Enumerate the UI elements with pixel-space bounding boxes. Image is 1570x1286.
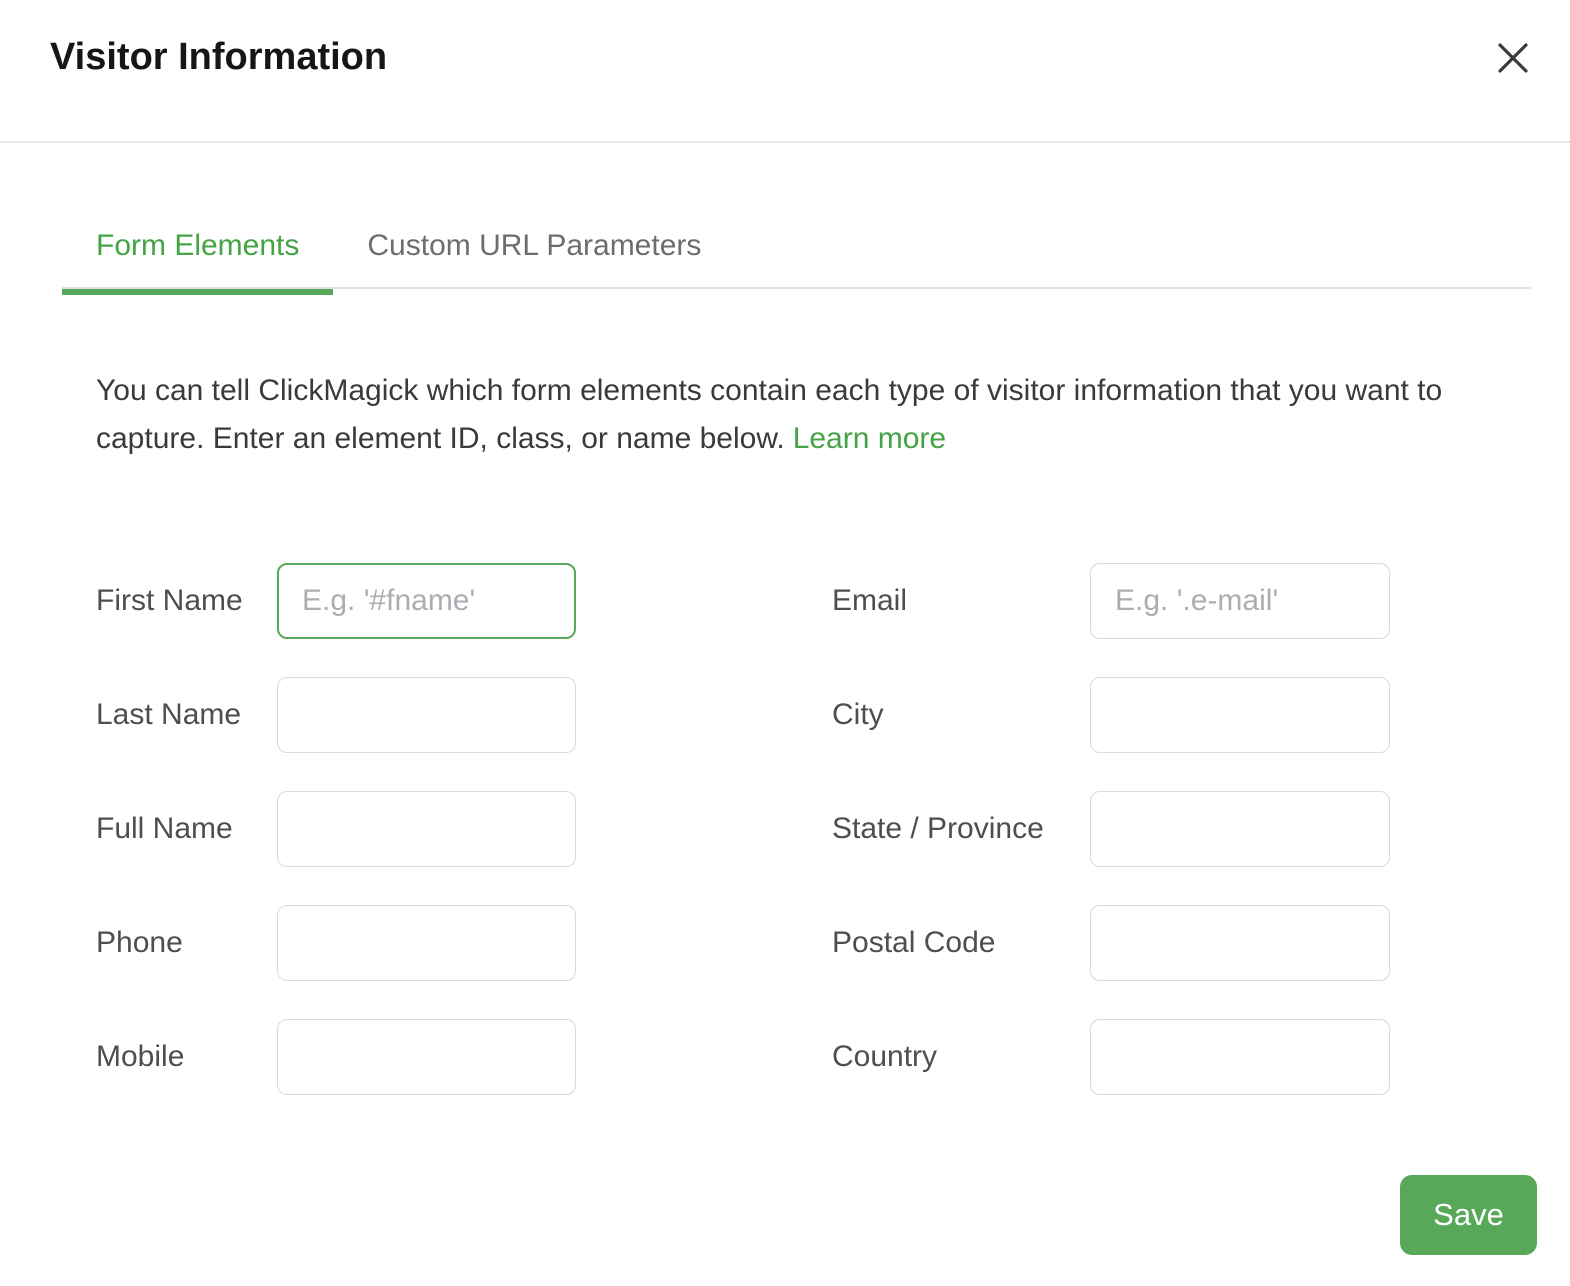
phone-label: Phone xyxy=(96,926,277,960)
form-row: Phone Postal Code xyxy=(96,905,1570,981)
form-row: First Name Email xyxy=(96,563,1570,639)
state-province-field: State / Province xyxy=(832,791,1390,867)
full-name-label: Full Name xyxy=(96,812,277,846)
mobile-label: Mobile xyxy=(96,1040,277,1074)
email-field: Email xyxy=(832,563,1390,639)
modal-header: Visitor Information xyxy=(0,0,1570,143)
full-name-field: Full Name xyxy=(96,791,576,867)
tab-form-elements[interactable]: Form Elements xyxy=(62,207,333,287)
first-name-field: First Name xyxy=(96,563,576,639)
description-text: You can tell ClickMagick which form elem… xyxy=(96,367,1446,463)
postal-code-field: Postal Code xyxy=(832,905,1390,981)
mobile-input[interactable] xyxy=(277,1019,576,1095)
first-name-label: First Name xyxy=(96,584,277,618)
form-row: Full Name State / Province xyxy=(96,791,1570,867)
state-province-input[interactable] xyxy=(1090,791,1390,867)
country-input[interactable] xyxy=(1090,1019,1390,1095)
first-name-input[interactable] xyxy=(277,563,576,639)
mobile-field: Mobile xyxy=(96,1019,576,1095)
phone-input[interactable] xyxy=(277,905,576,981)
postal-code-label: Postal Code xyxy=(832,926,1090,960)
country-label: Country xyxy=(832,1040,1090,1074)
email-input[interactable] xyxy=(1090,563,1390,639)
form-row: Mobile Country xyxy=(96,1019,1570,1095)
city-label: City xyxy=(832,698,1090,732)
close-button[interactable] xyxy=(1493,38,1533,78)
country-field: Country xyxy=(832,1019,1390,1095)
city-field: City xyxy=(832,677,1390,753)
last-name-input[interactable] xyxy=(277,677,576,753)
visitor-information-modal: Visitor Information Form Elements Custom… xyxy=(0,0,1570,1286)
full-name-input[interactable] xyxy=(277,791,576,867)
postal-code-input[interactable] xyxy=(1090,905,1390,981)
tab-custom-url-parameters[interactable]: Custom URL Parameters xyxy=(333,207,735,287)
phone-field: Phone xyxy=(96,905,576,981)
last-name-label: Last Name xyxy=(96,698,277,732)
close-icon xyxy=(1497,42,1529,74)
save-button[interactable]: Save xyxy=(1400,1175,1537,1255)
last-name-field: Last Name xyxy=(96,677,576,753)
learn-more-link[interactable]: Learn more xyxy=(793,422,946,455)
email-label: Email xyxy=(832,584,1090,618)
state-province-label: State / Province xyxy=(832,812,1090,846)
form-row: Last Name City xyxy=(96,677,1570,753)
page-title: Visitor Information xyxy=(50,36,387,79)
tab-bar: Form Elements Custom URL Parameters xyxy=(62,207,1531,289)
form-grid: First Name Email Last Name City Full Nam… xyxy=(96,563,1570,1095)
description-body: You can tell ClickMagick which form elem… xyxy=(96,374,1442,455)
city-input[interactable] xyxy=(1090,677,1390,753)
